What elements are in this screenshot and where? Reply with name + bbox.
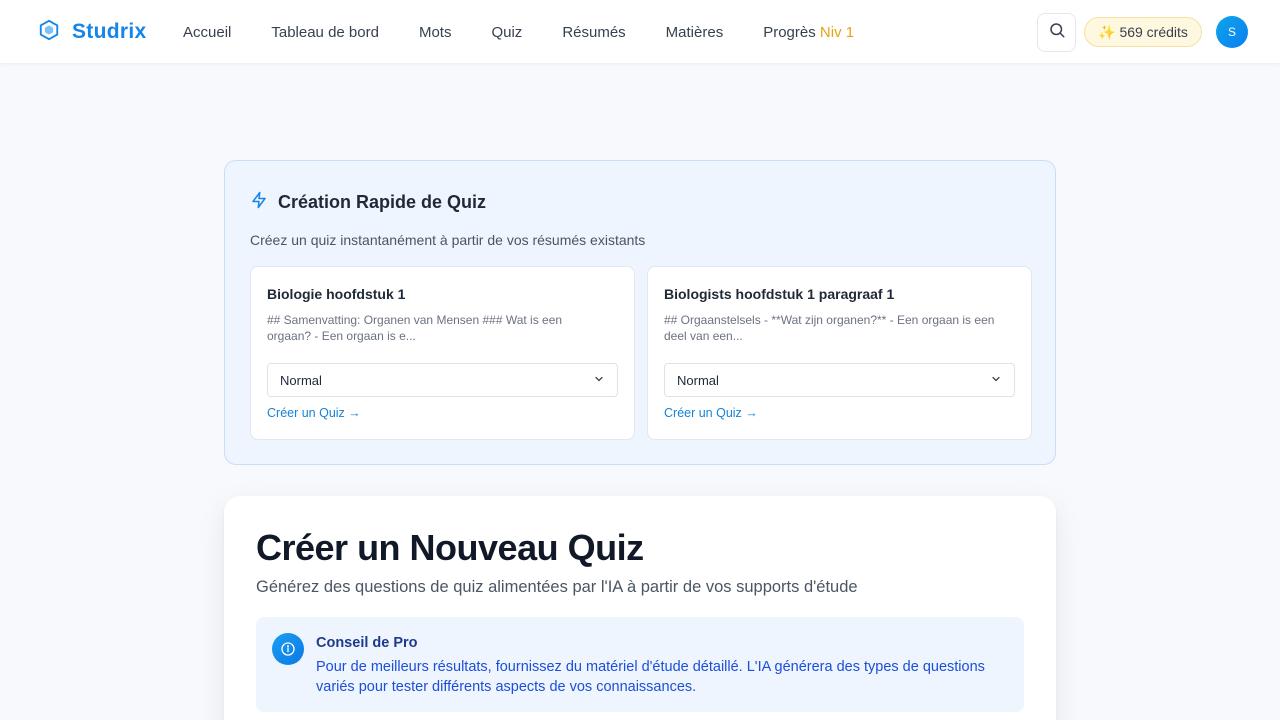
- pro-tip-box: Conseil de Pro Pour de meilleurs résulta…: [256, 617, 1024, 712]
- difficulty-select[interactable]: Normal: [267, 363, 618, 397]
- difficulty-value: Normal: [677, 372, 719, 388]
- pro-tip-text: Pour de meilleurs résultats, fournissez …: [316, 659, 985, 695]
- sparkles-icon: ✨: [1098, 23, 1116, 40]
- nav-item-tableau-de-bord[interactable]: Tableau de bord: [271, 24, 379, 41]
- nav-item-resumes[interactable]: Résumés: [562, 24, 625, 41]
- page-title: Créer un Nouveau Quiz: [256, 527, 644, 568]
- lightning-icon: [250, 190, 268, 215]
- hexagon-logo-icon: [38, 19, 60, 46]
- summary-title: Biologists hoofdstuk 1 paragraaf 1: [664, 286, 895, 302]
- chevron-down-icon: [990, 373, 1002, 388]
- summary-title: Biologie hoofdstuk 1: [267, 286, 406, 302]
- quick-quiz-subtitle: Créez un quiz instantanément à partir de…: [250, 232, 646, 248]
- nav-item-progres-label: Progrès: [763, 23, 816, 41]
- nav-item-accueil[interactable]: Accueil: [183, 24, 231, 41]
- page-subtitle: Générez des questions de quiz alimentées…: [256, 578, 858, 596]
- level-badge: Niv 1: [819, 23, 855, 41]
- summary-excerpt: ## Orgaanstelsels - **Wat zijn organen?*…: [664, 313, 995, 343]
- create-quiz-link[interactable]: Créer un Quiz →: [267, 406, 361, 420]
- nav-item-progres[interactable]: Progrès Niv 1: [763, 24, 854, 41]
- quick-quiz-header: Création Rapide de Quiz: [250, 190, 486, 215]
- credits-badge[interactable]: ✨ 569 crédits: [1084, 17, 1202, 47]
- create-quiz-card: Créer un Nouveau Quiz Générez des questi…: [224, 496, 1056, 720]
- quick-quiz-title: Création Rapide de Quiz: [278, 192, 487, 212]
- difficulty-select[interactable]: Normal: [664, 363, 1015, 397]
- create-quiz-link[interactable]: Créer un Quiz →: [664, 406, 758, 420]
- summary-card: Biologists hoofdstuk 1 paragraaf 1 ## Or…: [647, 266, 1032, 440]
- info-icon: [272, 633, 304, 665]
- search-icon: [1048, 21, 1066, 44]
- nav-item-mots[interactable]: Mots: [419, 24, 452, 41]
- credits-count: 569 crédits: [1119, 24, 1188, 40]
- pro-tip-title: Conseil de Pro: [316, 635, 418, 651]
- summary-excerpt: ## Samenvatting: Organen van Mensen ### …: [267, 313, 563, 343]
- search-button[interactable]: [1037, 13, 1076, 52]
- chevron-down-icon: [593, 373, 605, 388]
- nav-item-matieres[interactable]: Matières: [666, 24, 724, 41]
- brand-logo-link[interactable]: Studrix: [38, 18, 146, 46]
- nav-item-quiz[interactable]: Quiz: [491, 24, 522, 41]
- brand-name: Studrix: [72, 20, 147, 43]
- quick-quiz-section: Création Rapide de Quiz Créez un quiz in…: [224, 160, 1056, 465]
- user-avatar[interactable]: S: [1216, 16, 1248, 48]
- top-navigation-bar: Studrix Accueil Tableau de bord Mots Qui…: [0, 0, 1280, 64]
- main-nav: Accueil Tableau de bord Mots Quiz Résumé…: [183, 0, 894, 64]
- summary-card: Biologie hoofdstuk 1 ## Samenvatting: Or…: [250, 266, 635, 440]
- difficulty-value: Normal: [280, 372, 322, 388]
